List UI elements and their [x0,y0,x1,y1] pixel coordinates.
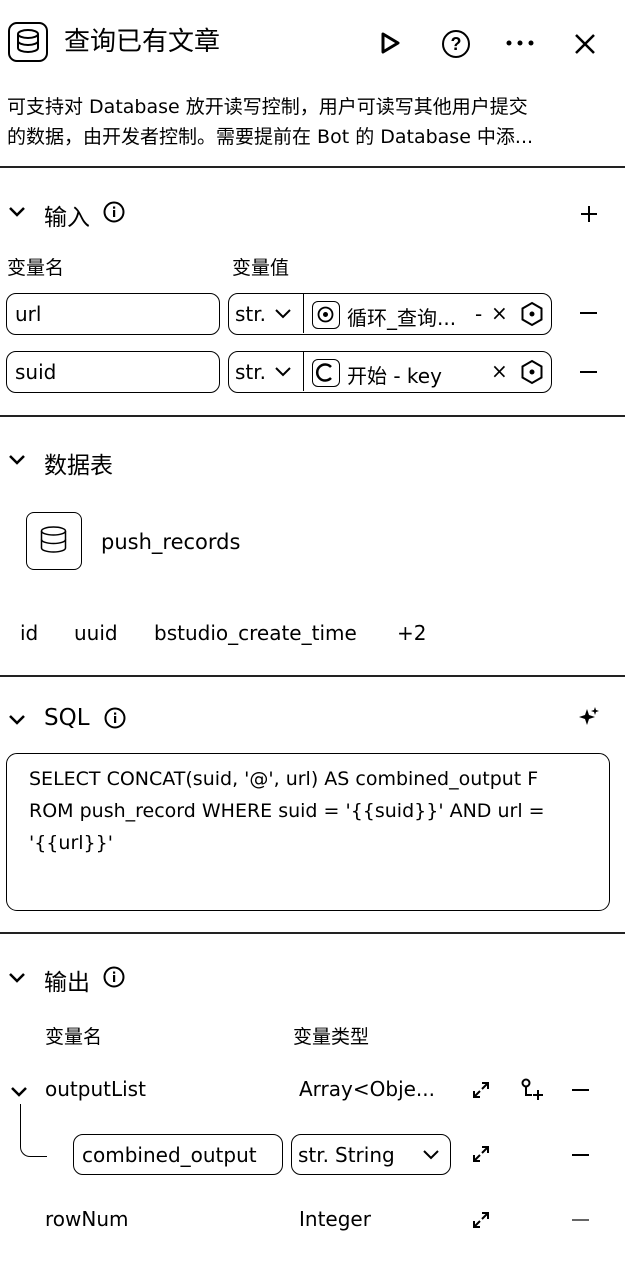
variable-ref-icon [312,301,340,329]
remove-input-icon[interactable] [580,371,597,373]
table-section-title: 数据表 [44,453,113,479]
more-icon[interactable] [505,38,535,48]
close-icon[interactable] [573,32,597,56]
table-column: id [20,621,39,645]
sql-line: SELECT CONCAT(suid, '@', url) AS combine… [29,768,539,790]
chevron-down-icon [275,366,291,376]
type-select-label: str. [235,359,267,384]
collapse-sql-icon[interactable] [8,712,26,731]
description-line-1: 可支持对 Database 放开读写控制，用户可读写其他用户提交 [7,96,528,118]
sql-line: '{{url}}' [29,832,113,854]
remove-input-icon[interactable] [580,312,597,314]
input-name-text: url [15,302,42,326]
clear-icon[interactable]: × [491,301,508,325]
remove-output-icon[interactable] [572,1089,589,1091]
start-node-icon [312,359,340,387]
node-title: 查询已有文章 [64,27,221,57]
output-type[interactable]: Integer [299,1207,371,1231]
input-value-field[interactable]: str. 开始 - key × [228,351,552,393]
type-select[interactable]: str. [229,352,304,391]
output-type[interactable]: Array<Obje... [299,1077,435,1101]
variable-ref-text: 开始 - key [347,364,442,388]
output-child-name-field[interactable]: combined_output [73,1134,283,1175]
input-col-name: 变量名 [7,257,65,279]
divider [0,932,625,934]
node-icon [8,22,48,62]
database-icon [26,512,82,570]
sql-section-title: SQL [44,705,90,731]
collapse-input-icon[interactable] [8,204,26,223]
expand-icon[interactable] [471,1210,491,1234]
chevron-down-icon [275,308,291,318]
clear-icon[interactable]: × [491,359,508,383]
table-column: bstudio_create_time [154,621,357,645]
expand-children-icon[interactable] [10,1084,28,1103]
run-icon[interactable] [378,31,402,55]
svg-text:?: ? [451,34,462,54]
input-value-field[interactable]: str. 循环_查询... - × [228,293,552,335]
expand-icon[interactable] [471,1080,491,1104]
output-col-type: 变量类型 [293,1026,370,1048]
tree-connector [20,1104,47,1157]
help-icon[interactable]: ? [441,29,471,59]
variable-ref-suffix: - [475,302,483,326]
variable-ref-text: 循环_查询... [347,306,457,330]
sql-line: ROM push_record WHERE suid = '{{suid}}' … [29,800,545,822]
table-column: uuid [74,621,118,645]
divider [0,415,625,417]
table-name[interactable]: push_records [101,530,240,554]
input-name-text: suid [15,360,57,384]
variable-picker-icon[interactable] [519,359,545,385]
info-icon[interactable] [103,201,125,227]
type-label: String [335,1142,395,1167]
variable-picker-icon[interactable] [519,301,545,327]
table-column-more[interactable]: +2 [397,621,426,645]
info-icon[interactable] [103,966,125,992]
output-col-name: 变量名 [45,1026,103,1048]
output-name[interactable]: outputList [45,1077,146,1101]
output-child-name: combined_output [82,1142,257,1167]
collapse-table-icon[interactable] [8,452,26,471]
input-col-value: 变量值 [232,257,290,279]
divider [0,166,625,168]
collapse-output-icon[interactable] [8,970,26,989]
ai-generate-icon[interactable] [578,706,600,732]
chevron-down-icon [423,1150,439,1160]
divider [0,675,625,677]
output-section-title: 输出 [44,970,90,996]
input-name-field[interactable]: suid [6,351,220,393]
output-child-type-select[interactable]: str. String [291,1134,451,1175]
type-select-label: str. [235,301,267,326]
input-section-title: 输入 [44,205,90,231]
info-icon[interactable] [104,707,126,733]
description-line-2: 的数据，由开发者控制。需要提前在 Bot 的 Database 中添... [7,126,534,148]
type-prefix: str. [298,1142,330,1167]
add-input-icon[interactable] [580,205,598,227]
remove-output-icon[interactable] [572,1219,589,1221]
type-select[interactable]: str. [229,294,304,333]
add-child-icon[interactable] [520,1078,546,1106]
sql-editor[interactable]: SELECT CONCAT(suid, '@', url) AS combine… [6,753,610,911]
input-name-field[interactable]: url [6,293,220,335]
output-name[interactable]: rowNum [45,1207,129,1231]
remove-output-icon[interactable] [572,1154,589,1156]
expand-icon[interactable] [471,1144,491,1168]
